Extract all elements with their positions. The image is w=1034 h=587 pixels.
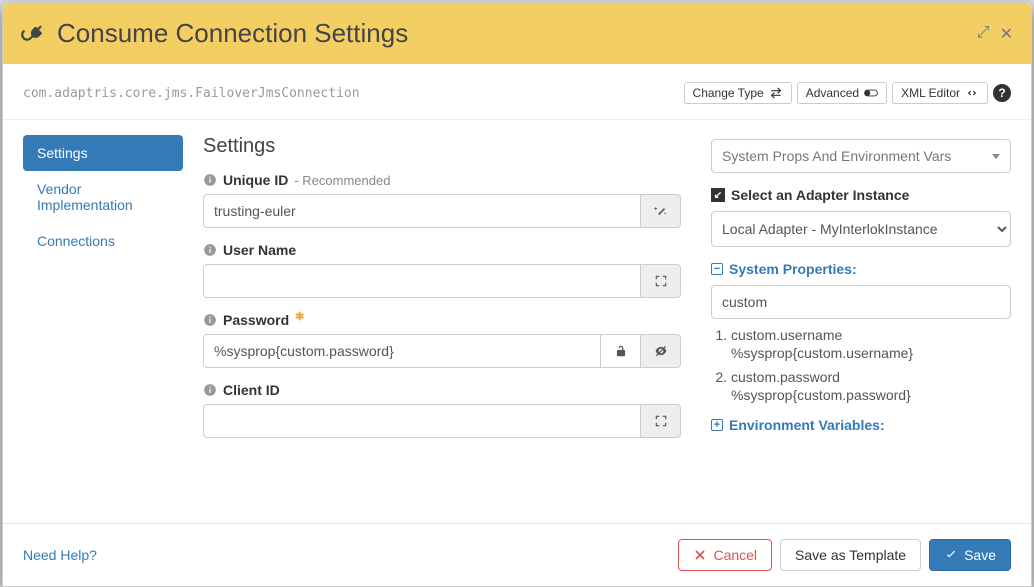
info-icon — [203, 383, 217, 397]
expand-icon — [654, 274, 668, 288]
sidenav-item-connections[interactable]: Connections — [23, 223, 183, 259]
need-help-link[interactable]: Need Help? — [23, 547, 97, 563]
adapter-instance-select[interactable]: Local Adapter - MyInterlokInstance — [711, 211, 1011, 247]
settings-heading: Settings — [203, 135, 681, 158]
prop-expression: %sysprop{custom.username} — [731, 345, 1011, 361]
field-unique-id: Unique ID - Recommended — [203, 172, 681, 228]
modified-indicator-icon: ✱ — [295, 310, 304, 323]
modal-header: Consume Connection Settings ⤢ ✕ — [3, 3, 1031, 64]
system-properties-label: System Properties: — [729, 261, 857, 277]
change-type-label: Change Type — [693, 86, 764, 100]
info-icon — [203, 313, 217, 327]
expand-button[interactable] — [641, 404, 681, 438]
unlock-icon — [614, 344, 628, 358]
side-nav: Settings Vendor Implementation Connectio… — [23, 135, 183, 523]
visibility-button[interactable] — [641, 334, 681, 368]
save-label: Save — [964, 547, 996, 563]
chevron-down-icon — [992, 154, 1000, 159]
lock-button[interactable] — [601, 334, 641, 368]
system-properties-toggle[interactable]: − System Properties: — [711, 261, 1011, 277]
list-item[interactable]: custom.password %sysprop{custom.password… — [731, 369, 1011, 403]
subheader: com.adaptris.core.jms.FailoverJmsConnect… — [3, 64, 1031, 120]
code-icon — [965, 86, 979, 100]
info-icon — [203, 243, 217, 257]
header-actions: ⤢ ✕ — [977, 24, 1013, 44]
modal-footer: Need Help? Cancel Save as Template Save — [3, 523, 1031, 586]
save-button[interactable]: Save — [929, 539, 1011, 571]
modal-title-text: Consume Connection Settings — [57, 18, 408, 49]
expand-icon — [654, 414, 668, 428]
toggle-icon — [864, 86, 878, 100]
advanced-button[interactable]: Advanced — [797, 82, 887, 104]
right-column: System Props And Environment Vars Select… — [711, 135, 1011, 523]
class-name: com.adaptris.core.jms.FailoverJmsConnect… — [23, 86, 360, 101]
save-template-button[interactable]: Save as Template — [780, 539, 921, 571]
cancel-button[interactable]: Cancel — [678, 539, 772, 571]
xml-editor-button[interactable]: XML Editor — [892, 82, 988, 104]
close-icon[interactable]: ✕ — [1000, 24, 1013, 44]
adapter-instance-label-row: Select an Adapter Instance — [711, 187, 1011, 203]
username-label: User Name — [223, 242, 296, 258]
prop-expression: %sysprop{custom.password} — [731, 387, 1011, 403]
vars-type-select[interactable]: System Props And Environment Vars — [711, 139, 1011, 173]
settings-column: Settings Unique ID - Recommended — [203, 135, 681, 523]
sidenav-item-settings[interactable]: Settings — [23, 135, 183, 171]
unique-id-label: Unique ID — [223, 172, 288, 188]
system-props-filter-input[interactable] — [711, 285, 1011, 319]
prop-name: custom.password — [731, 369, 840, 385]
check-icon — [944, 548, 958, 562]
unique-id-input[interactable] — [203, 194, 641, 228]
modal-dialog: Consume Connection Settings ⤢ ✕ com.adap… — [2, 2, 1032, 587]
main-content: Settings Unique ID - Recommended — [203, 135, 1011, 523]
modal-title: Consume Connection Settings — [21, 18, 408, 49]
expand-icon[interactable]: ⤢ — [977, 24, 990, 44]
footer-buttons: Cancel Save as Template Save — [678, 539, 1011, 571]
cancel-label: Cancel — [713, 547, 757, 563]
modal-body: Settings Vendor Implementation Connectio… — [3, 120, 1031, 523]
field-client-id: Client ID — [203, 382, 681, 438]
help-icon[interactable]: ? — [993, 84, 1011, 102]
adapter-icon — [711, 188, 725, 202]
eye-slash-icon — [654, 344, 668, 358]
list-item[interactable]: custom.username %sysprop{custom.username… — [731, 327, 1011, 361]
environment-variables-toggle[interactable]: + Environment Variables: — [711, 417, 1011, 433]
client-id-label: Client ID — [223, 382, 280, 398]
xml-editor-label: XML Editor — [901, 86, 960, 100]
environment-variables-label: Environment Variables: — [729, 417, 885, 433]
swap-icon — [769, 86, 783, 100]
password-input[interactable] — [203, 334, 601, 368]
vars-type-label: System Props And Environment Vars — [722, 148, 951, 164]
subheader-buttons: Change Type Advanced XML Editor ? — [684, 82, 1011, 104]
adapter-instance-label: Select an Adapter Instance — [731, 187, 909, 203]
field-password: Password ✱ — [203, 312, 681, 368]
expand-icon: + — [711, 419, 723, 431]
unique-id-hint: - Recommended — [294, 173, 390, 188]
advanced-label: Advanced — [806, 86, 859, 100]
client-id-input[interactable] — [203, 404, 641, 438]
username-input[interactable] — [203, 264, 641, 298]
info-icon — [203, 173, 217, 187]
sidenav-item-vendor-implementation[interactable]: Vendor Implementation — [23, 171, 183, 223]
field-username: User Name — [203, 242, 681, 298]
prop-name: custom.username — [731, 327, 842, 343]
plug-icon — [21, 21, 47, 47]
expand-button[interactable] — [641, 264, 681, 298]
close-icon — [693, 548, 707, 562]
magic-wand-button[interactable] — [641, 194, 681, 228]
magic-wand-icon — [654, 204, 668, 218]
password-label: Password — [223, 312, 289, 328]
system-props-list: custom.username %sysprop{custom.username… — [731, 327, 1011, 403]
change-type-button[interactable]: Change Type — [684, 82, 792, 104]
collapse-icon: − — [711, 263, 723, 275]
